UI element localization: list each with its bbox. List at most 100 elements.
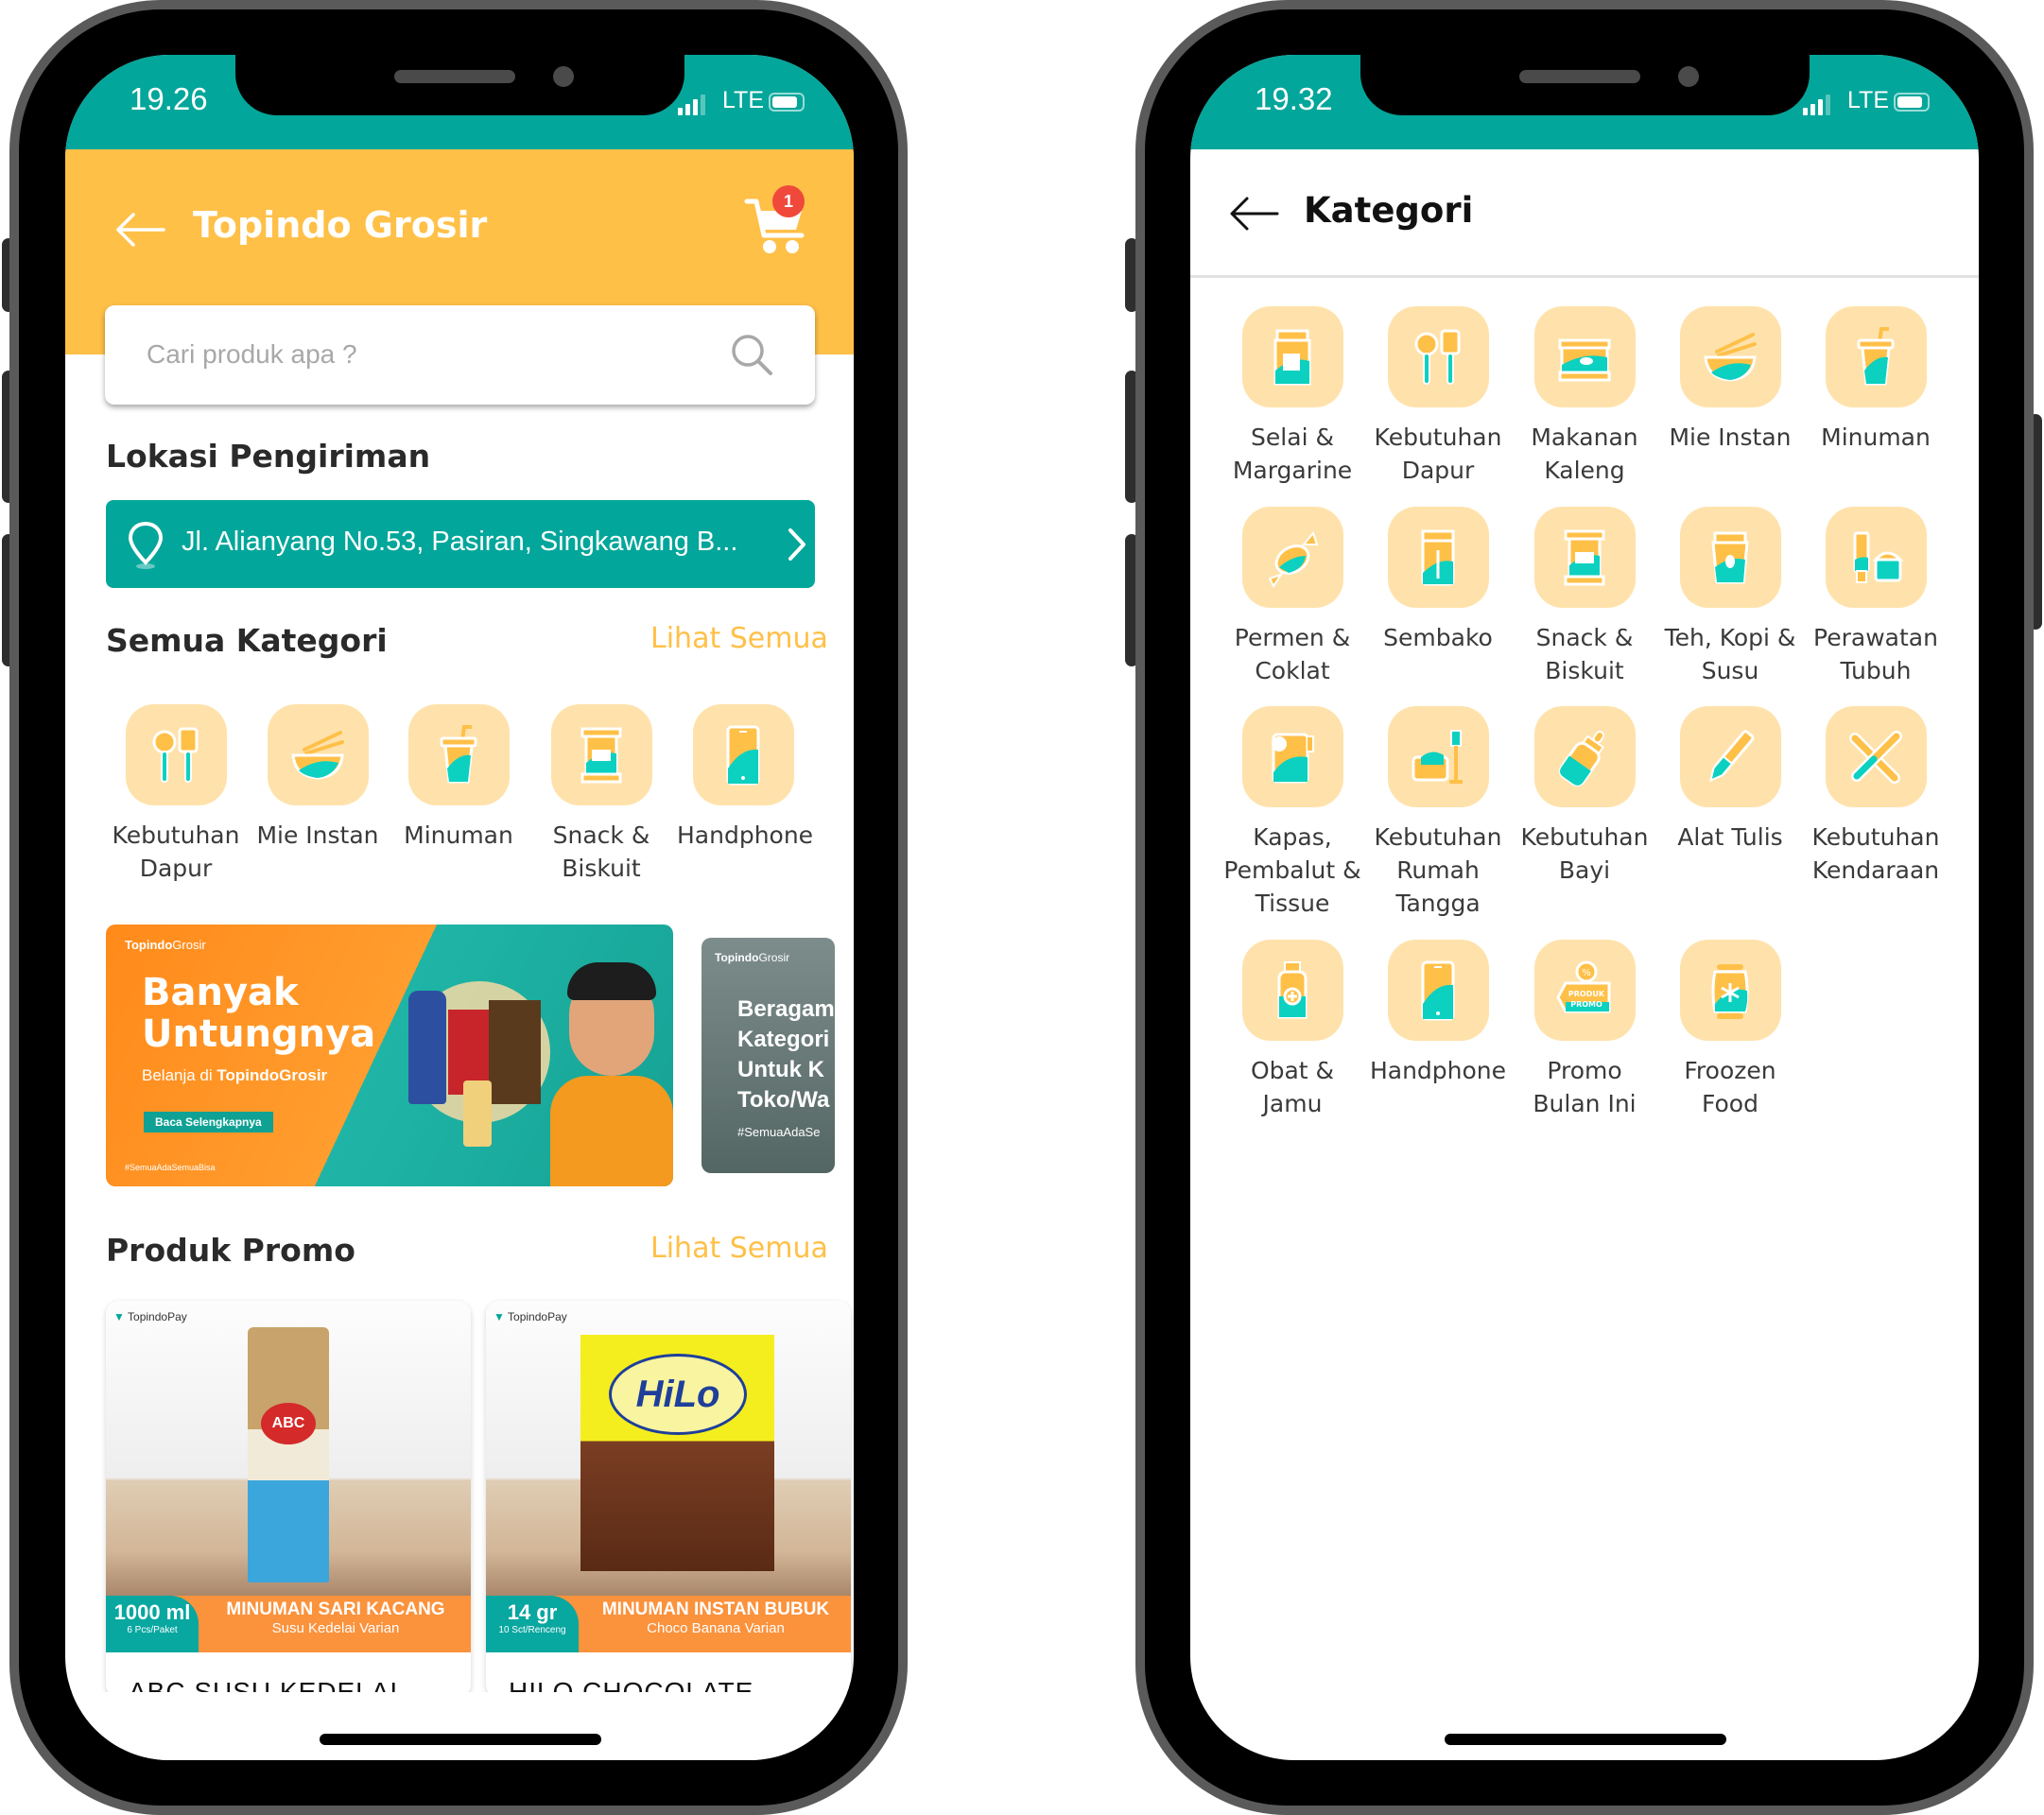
battery-icon <box>769 93 805 112</box>
product-quantity: 1000 ml <box>113 1600 191 1624</box>
banner-hashtag: #SemuaAdaSe <box>737 1125 821 1139</box>
kitchen-utensils-icon <box>125 704 227 805</box>
category-label: Kebutuhan Rumah Tangga <box>1374 823 1502 917</box>
status-time: 19.26 <box>130 81 208 116</box>
candy-icon <box>1241 507 1343 608</box>
category-label: Mie Instan <box>1669 424 1792 451</box>
category-item[interactable]: Kapas, Pembalut & Tissue <box>1220 706 1365 920</box>
topindopay-logo: ▼ TopindoPay <box>113 1310 187 1323</box>
drink-cup-icon <box>1825 306 1927 407</box>
category-item[interactable]: Minuman <box>1803 306 1949 454</box>
search-input[interactable]: Cari produk apa ? <box>105 305 815 405</box>
promo-banner[interactable]: TopindoGrosir Banyak Untungnya Belanja d… <box>106 925 673 1186</box>
product-quantity: 14 gr <box>507 1600 558 1624</box>
category-label: Perawatan Tubuh <box>1813 624 1938 684</box>
notch <box>1360 55 1810 115</box>
product-info-strip: 14 gr 10 Sct/Renceng MINUMAN INSTAN BUBU… <box>486 1596 851 1652</box>
cosmetics-icon <box>1825 507 1927 608</box>
kitchen-utensils-icon <box>1387 306 1489 407</box>
banner-product-chips <box>489 1000 541 1104</box>
home-indicator[interactable] <box>320 1734 601 1745</box>
category-item[interactable]: Kebutuhan Dapur <box>1365 306 1511 487</box>
delivery-location-button[interactable]: Jl. Alianyang No.53, Pasiran, Singkawang… <box>106 500 815 588</box>
svg-text:PRODUK: PRODUK <box>1568 990 1605 998</box>
network-label: LTE <box>1847 87 1889 113</box>
promo-see-all-link[interactable]: Lihat Semua <box>650 1232 828 1265</box>
noodle-bowl-icon <box>267 704 369 805</box>
category-item[interactable]: Handphone <box>672 704 814 852</box>
product-quantity-badge: 1000 ml 6 Pcs/Paket <box>106 1596 199 1652</box>
category-label: Snack & Biskuit <box>1535 624 1634 684</box>
speaker <box>394 70 515 83</box>
product-unit: 10 Sct/Renceng <box>498 1625 566 1635</box>
promo-tag-icon: % PRODUK PROMO <box>1533 940 1636 1041</box>
banner-read-more-button[interactable]: Baca Selengkapnya <box>144 1112 273 1132</box>
category-item[interactable]: Handphone <box>1365 940 1511 1087</box>
product-category-label: MINUMAN INSTAN BUBUK Choco Banana Varian <box>580 1599 851 1636</box>
category-label: Kebutuhan Bayi <box>1520 823 1649 884</box>
wrench-tools-icon <box>1825 706 1927 807</box>
delivery-location-title: Lokasi Pengiriman <box>106 438 431 475</box>
header-divider <box>1190 275 1979 278</box>
category-item[interactable]: Kebutuhan Dapur <box>105 704 247 885</box>
category-label: Handphone <box>677 821 814 849</box>
category-item[interactable]: Froozen Food <box>1657 940 1803 1120</box>
search-icon[interactable] <box>729 332 776 379</box>
bottom-fade <box>65 1692 854 1760</box>
product-category-label: MINUMAN SARI KACANG Susu Kedelai Varian <box>200 1599 471 1636</box>
category-item[interactable]: Mie Instan <box>247 704 389 852</box>
category-label: Kebutuhan Dapur <box>1374 424 1502 484</box>
category-label: Alat Tulis <box>1677 823 1783 851</box>
noodle-bowl-icon <box>1679 306 1781 407</box>
front-camera <box>553 66 574 87</box>
category-label: Teh, Kopi & Susu <box>1664 624 1796 684</box>
arrow-left-icon[interactable] <box>114 211 165 249</box>
product-card[interactable]: ▼ TopindoPay ABC 1000 ml 6 Pcs/Paket MIN… <box>106 1301 471 1698</box>
product-image: HiLo <box>580 1335 774 1571</box>
categories-title: Semua Kategori <box>106 622 388 659</box>
svg-text:PROMO: PROMO <box>1570 1000 1602 1009</box>
banner-person <box>550 962 673 1186</box>
battery-icon <box>1894 93 1930 112</box>
category-item[interactable]: Makanan Kaleng <box>1512 306 1657 487</box>
phone-icon <box>1387 940 1489 1041</box>
category-item[interactable]: Teh, Kopi & Susu <box>1657 507 1803 687</box>
category-item[interactable]: Mie Instan <box>1657 306 1803 454</box>
category-item[interactable]: Sembako <box>1365 507 1511 654</box>
category-label: Froozen Food <box>1684 1057 1776 1117</box>
category-item[interactable]: Kebutuhan Bayi <box>1512 706 1657 887</box>
banner-product-bottle <box>408 991 446 1104</box>
product-card[interactable]: ▼ TopindoPay HiLo 14 gr 10 Sct/Renceng M… <box>486 1301 851 1698</box>
category-item[interactable]: Kebutuhan Kendaraan <box>1803 706 1949 887</box>
arrow-left-icon[interactable] <box>1228 195 1279 233</box>
product-brand-mark: ABC <box>261 1403 316 1444</box>
category-item[interactable]: Alat Tulis <box>1657 706 1803 854</box>
categories-see-all-link[interactable]: Lihat Semua <box>650 622 828 655</box>
product-image: ABC <box>248 1327 329 1582</box>
category-item[interactable]: Snack & Biskuit <box>1512 507 1657 687</box>
category-label: Permen & Coklat <box>1234 624 1351 684</box>
home-indicator[interactable] <box>1445 1734 1726 1745</box>
chevron-right-icon <box>788 528 805 561</box>
svg-text:%: % <box>1582 968 1591 978</box>
product-category: MINUMAN SARI KACANG <box>226 1599 445 1619</box>
delivery-address: Jl. Alianyang No.53, Pasiran, Singkawang… <box>182 527 738 557</box>
category-label: Minuman <box>404 821 513 849</box>
category-item[interactable]: Obat & Jamu <box>1220 940 1365 1120</box>
category-item[interactable]: % PRODUK PROMO Promo Bulan Ini <box>1512 940 1657 1120</box>
category-item[interactable]: Minuman <box>388 704 529 852</box>
banner-product-can <box>463 1080 492 1147</box>
product-unit: 6 Pcs/Paket <box>127 1625 178 1635</box>
category-item[interactable]: Permen & Coklat <box>1220 507 1365 687</box>
category-label: Minuman <box>1821 424 1931 451</box>
category-label: Mie Instan <box>256 821 379 849</box>
category-item[interactable]: Selai & Margarine <box>1220 306 1365 487</box>
promo-products-title: Produk Promo <box>106 1232 355 1269</box>
category-item[interactable]: Snack & Biskuit <box>530 704 672 885</box>
promo-banner-2[interactable]: TopindoGrosir Beragam Kategori Untuk K T… <box>702 938 835 1173</box>
cart-count-badge: 1 <box>772 185 805 217</box>
category-item[interactable]: Perawatan Tubuh <box>1803 507 1949 687</box>
category-item[interactable]: Kebutuhan Rumah Tangga <box>1365 706 1511 920</box>
banner-subtitle: Belanja di TopindoGrosir <box>142 1066 328 1084</box>
category-label: Sembako <box>1383 624 1493 651</box>
